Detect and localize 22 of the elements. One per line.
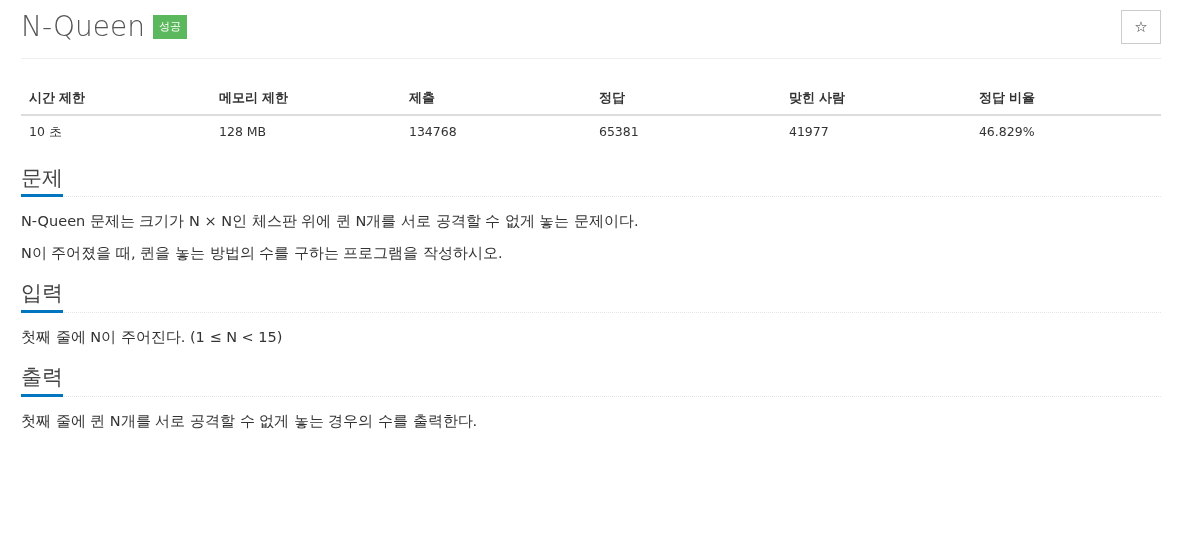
table-cell: 134768 [400, 114, 591, 149]
paragraph: N-Queen 문제는 크기가 N × N인 체스판 위에 퀸 N개를 서로 공격할 수 없게 놓는 문제이다. [21, 211, 640, 231]
column-header: 제출 [400, 83, 591, 115]
column-header: 정답 [590, 83, 781, 115]
table-cell: 128 MB [211, 114, 401, 149]
table-cell: 65381 [590, 114, 781, 149]
column-header: 시간 제한 [21, 83, 211, 115]
problem-title: N-Queen [21, 10, 146, 44]
section-heading: 입력 [21, 280, 63, 313]
status-badge: 성공 [153, 14, 188, 40]
paragraph: 첫째 줄에 N이 주어진다. (1 ≤ N < 15) [21, 327, 284, 347]
section-heading: 문제 [21, 164, 63, 197]
column-header: 정답 비율 [970, 83, 1161, 115]
table-cell: 41977 [780, 114, 971, 149]
table-cell: 10 초 [21, 114, 211, 149]
paragraph: N이 주어졌을 때, 퀸을 놓는 방법의 수를 구하는 프로그램을 작성하시오. [21, 243, 504, 263]
section-heading: 출력 [21, 364, 63, 397]
star-button[interactable]: ☆ [1121, 10, 1161, 44]
column-header: 메모리 제한 [211, 83, 401, 115]
column-header: 맞힌 사람 [780, 83, 971, 115]
table-cell: 46.829% [970, 114, 1161, 149]
paragraph: 첫째 줄에 퀸 N개를 서로 공격할 수 없게 놓는 경우의 수를 출력한다. [21, 411, 479, 431]
